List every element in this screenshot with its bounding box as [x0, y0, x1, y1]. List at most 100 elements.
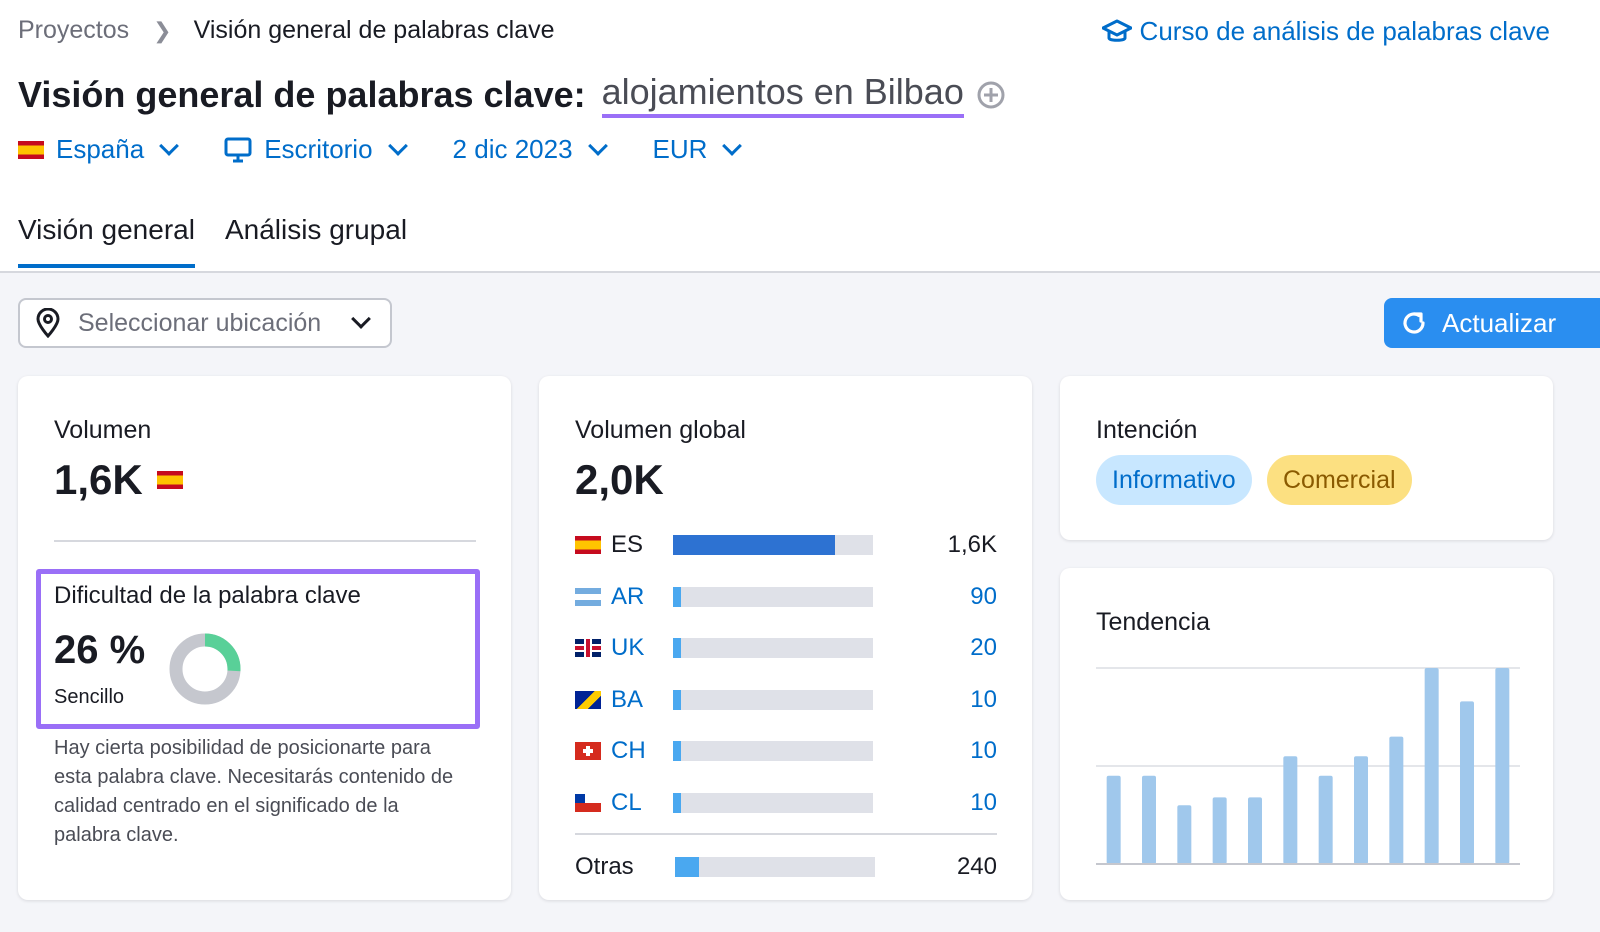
country-row-ar: AR 90 — [575, 582, 997, 612]
country-bar-fill — [673, 689, 681, 710]
device-filter-label: Escritorio — [264, 134, 373, 164]
trend-bar-3[interactable] — [1177, 805, 1192, 864]
breadcrumb: Proyectos ❯ Visión general de palabras c… — [18, 16, 555, 45]
global-volume-value: 2,0K — [575, 456, 664, 503]
country-bar-fill — [673, 535, 835, 555]
kd-level: Sencillo — [54, 686, 125, 708]
trend-bar-5[interactable] — [1248, 797, 1262, 864]
volume-value: 1,6K — [54, 456, 143, 503]
chevron-right-icon: ❯ — [153, 17, 172, 43]
country-code[interactable]: CH — [611, 737, 673, 765]
trend-bar-1[interactable] — [1106, 775, 1121, 864]
trend-bar-8[interactable] — [1354, 756, 1368, 864]
keyword-text: alojamientos en Bilbao — [601, 72, 964, 118]
tab-overview[interactable]: Visión general — [18, 214, 195, 268]
chevron-down-icon — [159, 135, 180, 156]
ba-flag-icon — [575, 690, 601, 709]
trend-bar-4[interactable] — [1212, 797, 1227, 864]
others-label: Otras — [575, 853, 634, 880]
location-select[interactable]: Seleccionar ubicación — [18, 298, 392, 348]
spain-flag-icon — [18, 140, 44, 159]
country-bar-track — [673, 535, 873, 555]
country-value[interactable]: 10 — [970, 686, 997, 714]
country-bar-track — [673, 741, 873, 762]
others-value: 240 — [956, 853, 997, 880]
desktop-icon — [224, 137, 252, 162]
trend-chart — [1096, 667, 1520, 865]
location-select-placeholder: Seleccionar ubicación — [78, 308, 322, 337]
trend-bar-7[interactable] — [1318, 775, 1333, 864]
chevron-down-icon — [387, 135, 408, 156]
trend-bar-9[interactable] — [1389, 736, 1404, 864]
intent-label: Intención — [1096, 416, 1198, 444]
intent-badge-commercial: Comercial — [1267, 455, 1412, 505]
country-code: ES — [611, 531, 644, 558]
course-link-label: Curso de análisis de palabras clave — [1139, 16, 1550, 46]
country-bar-track — [673, 793, 873, 813]
page-title: Visión general de palabras clave: alojam… — [18, 72, 1006, 118]
refresh-icon — [1403, 312, 1425, 334]
country-bar-track — [673, 586, 873, 607]
page-title-prefix: Visión general de palabras clave: — [18, 74, 586, 115]
trend-bar-2[interactable] — [1142, 775, 1156, 864]
kd-value: 26 % — [54, 628, 146, 672]
volume-divider — [54, 540, 476, 542]
chevron-down-icon — [722, 135, 743, 156]
others-bar-track — [675, 857, 875, 877]
country-bar-fill — [673, 638, 681, 659]
country-value: 1,6K — [947, 531, 997, 558]
trend-bar-6[interactable] — [1283, 756, 1298, 864]
country-filter[interactable]: España — [18, 134, 180, 165]
country-code[interactable]: AR — [611, 583, 673, 611]
tab-group-analysis[interactable]: Análisis grupal — [225, 214, 407, 268]
global-volume-label: Volumen global — [575, 416, 746, 444]
date-filter-label: 2 dic 2023 — [452, 134, 573, 164]
kd-donut-chart — [169, 633, 241, 705]
uk-flag-icon — [575, 639, 601, 658]
country-filter-label: España — [56, 134, 145, 164]
spain-flag-icon — [156, 471, 183, 489]
intent-badge-informational: Informativo — [1096, 455, 1252, 505]
country-code[interactable]: UK — [611, 634, 673, 662]
country-code[interactable]: CL — [611, 789, 673, 817]
add-circle-icon[interactable] — [976, 80, 1006, 110]
trend-bar-12[interactable] — [1495, 668, 1510, 864]
country-row-es: ES 1,6K — [575, 530, 997, 560]
volume-value-row: 1,6K — [54, 456, 183, 504]
map-pin-icon — [36, 308, 60, 338]
currency-filter-label: EUR — [652, 134, 708, 164]
others-bar-fill — [675, 857, 699, 877]
ch-flag-icon — [575, 742, 601, 761]
trend-bar-10[interactable] — [1424, 668, 1439, 864]
refresh-button[interactable]: Actualizar — [1384, 298, 1600, 348]
date-filter[interactable]: 2 dic 2023 — [452, 134, 608, 165]
country-value[interactable]: 20 — [970, 634, 997, 662]
ar-flag-icon — [575, 587, 601, 606]
es-flag-icon — [575, 536, 601, 554]
filters-bar: España Escritorio 2 dic 2023 EUR — [18, 134, 787, 165]
global-divider — [575, 833, 997, 835]
breadcrumb-current: Visión general de palabras clave — [193, 16, 555, 44]
country-bar-fill — [673, 741, 681, 762]
country-row-uk: UK 20 — [575, 633, 997, 663]
breadcrumb-projects-link[interactable]: Proyectos — [18, 16, 129, 45]
country-code[interactable]: BA — [611, 686, 673, 714]
country-row-others: Otras 240 — [575, 852, 997, 882]
kd-description: Hay cierta posibilidad de posicionarte p… — [54, 737, 454, 846]
volume-label: Volumen — [54, 416, 152, 444]
trend-label: Tendencia — [1096, 608, 1210, 636]
device-filter[interactable]: Escritorio — [224, 134, 408, 165]
country-row-ba: BA 10 — [575, 685, 997, 715]
country-bar-fill — [673, 793, 681, 813]
country-bar-track — [673, 689, 873, 710]
country-value[interactable]: 90 — [970, 583, 997, 611]
tabs: Visión general Análisis grupal — [18, 214, 437, 268]
trend-bar-11[interactable] — [1460, 701, 1474, 864]
country-row-ch: CH 10 — [575, 736, 997, 766]
currency-filter[interactable]: EUR — [652, 134, 743, 165]
country-value[interactable]: 10 — [970, 737, 997, 765]
chevron-down-icon — [351, 309, 371, 329]
country-value[interactable]: 10 — [970, 789, 997, 817]
country-bar-fill — [673, 586, 681, 607]
course-link[interactable]: Curso de análisis de palabras clave — [1101, 16, 1550, 47]
